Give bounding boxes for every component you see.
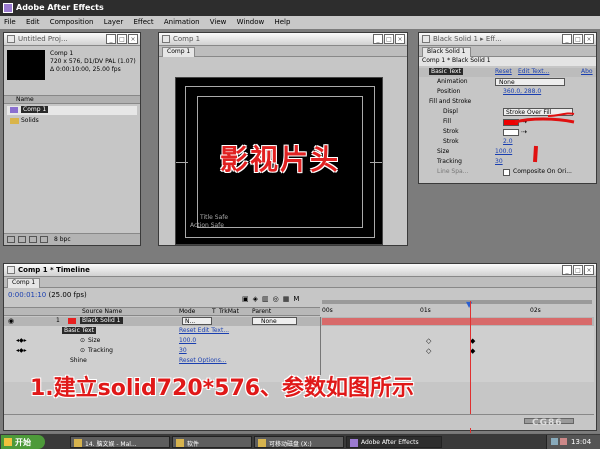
app-icon (74, 439, 82, 447)
tray-icon[interactable] (551, 438, 558, 445)
taskbar-item-2[interactable]: 软件 (172, 436, 252, 448)
taskbar-item-label: 可移动磁盘 (X:) (269, 441, 312, 448)
taskbar-item-3[interactable]: 可移动磁盘 (X:) (254, 436, 344, 448)
timeline-tracking-label: Tracking (88, 347, 113, 354)
taskbar-item-label: Adobe After Effects (361, 439, 419, 446)
col-trkmat[interactable]: TrkMat (219, 308, 239, 315)
tray-icon[interactable] (560, 438, 567, 445)
col-source-name[interactable]: Source Name (82, 308, 122, 315)
timeline-footer (4, 414, 594, 428)
taskbar-item-4[interactable]: Adobe After Effects (346, 436, 442, 448)
window-icon (7, 266, 15, 274)
layer-row[interactable]: ◉ 1 Black Solid 1 N... None (4, 317, 594, 326)
red-underline-mark (514, 117, 575, 124)
clock: 13:04 (571, 438, 592, 446)
tutorial-annotation: 1.建立solid720*576、参数如图所示 (30, 376, 415, 401)
timeline-switches: ▣◈▥◎▦M (242, 295, 303, 303)
timeline-column-header: Source Name Mode T TrkMat Parent (4, 307, 320, 316)
timeline-tabbar: Comp 1 (4, 277, 596, 288)
shine-effect-row[interactable]: Shine Reset Options... (4, 357, 594, 366)
start-label: 开始 (15, 438, 31, 447)
col-parent[interactable]: Parent (252, 308, 271, 315)
layer-color-label[interactable] (68, 318, 76, 324)
current-timecode[interactable]: 0:00:01:10 (8, 291, 46, 299)
windows-logo-icon (4, 438, 12, 446)
col-t[interactable]: T (212, 308, 216, 315)
timeline-window: Comp 1 * Timeline _ □ × Comp 1 0:00:01:10 … (3, 263, 597, 449)
minimize-button[interactable]: _ (562, 265, 572, 275)
taskbar-item-1[interactable]: 14. 脑文娱 - Mal... (70, 436, 170, 448)
timeline-title: Comp 1 * Timeline (18, 266, 90, 274)
layer-duration-bar[interactable] (322, 318, 592, 325)
work-area-bar[interactable] (322, 300, 592, 304)
visibility-eye-icon[interactable]: ◉ (8, 317, 14, 325)
keyframe-nav-icon[interactable]: ◂◆▸ (16, 337, 27, 344)
taskbar-item-label: 14. 脑文娱 - Mal... (85, 441, 137, 448)
marker-icon[interactable]: M (293, 295, 303, 303)
timeline-tab[interactable]: Comp 1 (7, 278, 41, 288)
time-ruler[interactable]: 00s 01s 02s ▼ (320, 300, 594, 316)
taskbar-item-label: 软件 (187, 441, 200, 448)
red-arrow-mark (547, 112, 575, 117)
layer-name[interactable]: Black Solid 1 (80, 317, 123, 324)
timeline-tracking-value[interactable]: 30 (179, 347, 187, 354)
col-mode[interactable]: Mode (179, 308, 195, 315)
after-effects-icon (350, 439, 358, 447)
timecode-display[interactable]: 0:00:01:10 (25.00 fps) (8, 291, 87, 299)
folder-icon (176, 439, 184, 447)
drive-icon (258, 439, 266, 447)
ruler-label-0: 00s (322, 307, 333, 314)
live-update-icon[interactable]: ▣ (242, 295, 253, 303)
watermark-text: CG86 (532, 418, 563, 428)
layer-parent-select[interactable]: None (252, 317, 297, 325)
shine-reset-link[interactable]: Reset Options... (179, 357, 227, 364)
layer-mode-select[interactable]: N... (182, 317, 212, 325)
ruler-label-1: 01s (420, 307, 431, 314)
maximize-button[interactable]: □ (573, 265, 583, 275)
system-tray: 13:04 (546, 435, 600, 449)
ruler-label-2: 02s (530, 307, 541, 314)
timeline-effect-name: Basic Text (62, 327, 96, 334)
start-button[interactable]: 开始 (1, 435, 45, 449)
timeline-title-bar: Comp 1 * Timeline _ □ × (4, 264, 596, 277)
taskbar: 开始 14. 脑文娱 - Mal... 软件 可移动磁盘 (X:) Adobe … (0, 433, 600, 449)
timeline-size-label: Size (88, 337, 101, 344)
graph-editor-icon[interactable]: ▦ (283, 295, 294, 303)
fps-label: (25.00 fps) (48, 291, 87, 299)
basic-text-effect-row[interactable]: Basic Text Reset Edit Text... (4, 327, 594, 336)
keyframe-nav-icon[interactable]: ◂◆▸ (16, 347, 27, 354)
layer-number: 1 (56, 317, 60, 324)
keyframe-marker[interactable]: ◇ (426, 337, 431, 345)
keyframe-marker[interactable]: ◇ (426, 347, 431, 355)
motion-blur-icon[interactable]: ◎ (273, 295, 283, 303)
stopwatch-icon[interactable]: ⊙ (80, 337, 85, 344)
frame-blend-icon[interactable]: ▥ (262, 295, 273, 303)
timeline-reset-edit-link[interactable]: Reset Edit Text... (179, 327, 229, 334)
tracking-property-row[interactable]: ◂◆▸ ⊙ Tracking 30 ◇ ◆ (4, 347, 594, 356)
stopwatch-icon[interactable]: ⊙ (80, 347, 85, 354)
close-button[interactable]: × (584, 265, 594, 275)
red-vertical-mark (533, 145, 538, 163)
screen: Adobe After Effects File Edit Compositio… (0, 0, 600, 449)
timeline-size-value[interactable]: 100.0 (179, 337, 196, 344)
size-property-row[interactable]: ◂◆▸ ⊙ Size 100.0 ◇ ◆ (4, 337, 594, 346)
timeline-shine-label: Shine (70, 357, 87, 364)
draft-3d-icon[interactable]: ◈ (253, 295, 262, 303)
